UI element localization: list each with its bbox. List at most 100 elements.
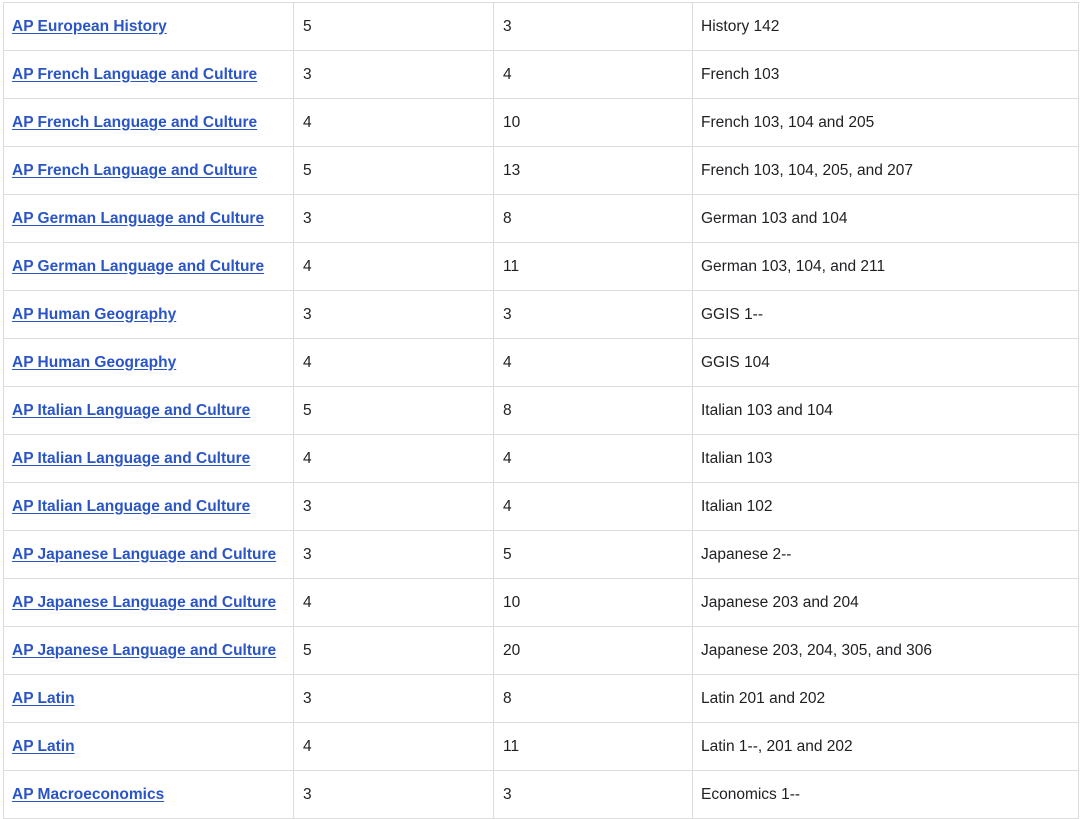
course-cell: AP Italian Language and Culture [3,386,294,435]
score-cell: 4 [293,338,494,387]
credits-cell: 8 [493,194,693,243]
table-row: AP Human Geography 4 4 GGIS 104 [3,338,1079,387]
equivalent-course-cell: Japanese 203, 204, 305, and 306 [692,626,1079,675]
table-row: AP German Language and Culture 3 8 German 1… [3,194,1079,243]
equivalent-course-cell: Japanese 2-- [692,530,1079,579]
course-cell: AP Human Geography [3,290,294,339]
course-cell: AP Human Geography [3,338,294,387]
table-row: AP Japanese Language and Culture 4 10 Japan… [3,578,1079,627]
credits-cell: 3 [493,290,693,339]
credits-cell: 13 [493,146,693,195]
course-cell: AP Japanese Language and Culture [3,626,294,675]
credits-cell: 4 [493,50,693,99]
table-row: AP Italian Language and Culture 5 8 Italian… [3,386,1079,435]
table-row: AP Italian Language and Culture 3 4 Italian… [3,482,1079,531]
equivalent-course-cell: History 142 [692,2,1079,51]
course-link[interactable]: AP Japanese Language and Culture [12,642,276,659]
score-cell: 4 [293,98,494,147]
score-cell: 4 [293,578,494,627]
equivalent-course-cell: Economics 1-- [692,770,1079,819]
equivalent-course-cell: French 103, 104, 205, and 207 [692,146,1079,195]
credits-cell: 10 [493,578,693,627]
course-cell: AP French Language and Culture [3,146,294,195]
table-row: AP Human Geography 3 3 GGIS 1-- [3,290,1079,339]
score-cell: 4 [293,434,494,483]
table-row: AP French Language and Culture 3 4 French 1… [3,50,1079,99]
equivalent-course-cell: Japanese 203 and 204 [692,578,1079,627]
ap-credit-table: AP European History 5 3 History 142 AP Frenc… [3,2,1079,819]
equivalent-course-cell: GGIS 104 [692,338,1079,387]
table-row: AP Japanese Language and Culture 3 5 Japane… [3,530,1079,579]
score-cell: 3 [293,290,494,339]
credits-cell: 11 [493,722,693,771]
equivalent-course-cell: Latin 201 and 202 [692,674,1079,723]
score-cell: 5 [293,146,494,195]
score-cell: 3 [293,194,494,243]
score-cell: 4 [293,242,494,291]
course-cell: AP French Language and Culture [3,98,294,147]
course-link[interactable]: AP Macroeconomics [12,786,164,803]
equivalent-course-cell: Italian 102 [692,482,1079,531]
credit-table-container: AP European History 5 3 History 142 AP Frenc… [0,0,1080,819]
equivalent-course-cell: French 103, 104 and 205 [692,98,1079,147]
credits-cell: 4 [493,482,693,531]
credits-cell: 10 [493,98,693,147]
course-link[interactable]: AP European History [12,18,167,35]
course-cell: AP Japanese Language and Culture [3,530,294,579]
table-row: AP Italian Language and Culture 4 4 Italian… [3,434,1079,483]
score-cell: 3 [293,482,494,531]
course-link[interactable]: AP Japanese Language and Culture [12,594,276,611]
course-cell: AP Macroeconomics [3,770,294,819]
course-link[interactable]: AP Human Geography [12,306,176,323]
credits-cell: 5 [493,530,693,579]
table-row: AP Macroeconomics 3 3 Economics 1-- [3,770,1079,819]
course-link[interactable]: AP Italian Language and Culture [12,498,250,515]
credits-cell: 4 [493,434,693,483]
score-cell: 4 [293,722,494,771]
score-cell: 5 [293,2,494,51]
score-cell: 3 [293,50,494,99]
equivalent-course-cell: Latin 1--, 201 and 202 [692,722,1079,771]
course-link[interactable]: AP Italian Language and Culture [12,450,250,467]
course-cell: AP Italian Language and Culture [3,482,294,531]
score-cell: 3 [293,674,494,723]
course-link[interactable]: AP French Language and Culture [12,162,257,179]
table-row: AP Japanese Language and Culture 5 20 Japan… [3,626,1079,675]
course-cell: AP Latin [3,674,294,723]
course-cell: AP Italian Language and Culture [3,434,294,483]
score-cell: 3 [293,770,494,819]
equivalent-course-cell: French 103 [692,50,1079,99]
equivalent-course-cell: Italian 103 [692,434,1079,483]
credits-cell: 11 [493,242,693,291]
credits-cell: 3 [493,2,693,51]
score-cell: 3 [293,530,494,579]
equivalent-course-cell: German 103 and 104 [692,194,1079,243]
table-row: AP Latin 4 11 Latin 1--, 201 and 202 [3,722,1079,771]
course-link[interactable]: AP French Language and Culture [12,114,257,131]
course-cell: AP Japanese Language and Culture [3,578,294,627]
course-link[interactable]: AP French Language and Culture [12,66,257,83]
equivalent-course-cell: GGIS 1-- [692,290,1079,339]
score-cell: 5 [293,626,494,675]
course-link[interactable]: AP German Language and Culture [12,258,264,275]
table-row: AP Latin 3 8 Latin 201 and 202 [3,674,1079,723]
course-link[interactable]: AP Latin [12,738,75,755]
credits-cell: 20 [493,626,693,675]
table-row: AP European History 5 3 History 142 [3,2,1079,51]
equivalent-course-cell: Italian 103 and 104 [692,386,1079,435]
course-link[interactable]: AP Italian Language and Culture [12,402,250,419]
course-link[interactable]: AP German Language and Culture [12,210,264,227]
table-body: AP European History 5 3 History 142 AP Frenc… [3,2,1079,819]
table-row: AP French Language and Culture 5 13 French … [3,146,1079,195]
credits-cell: 4 [493,338,693,387]
course-link[interactable]: AP Latin [12,690,75,707]
equivalent-course-cell: German 103, 104, and 211 [692,242,1079,291]
course-cell: AP French Language and Culture [3,50,294,99]
course-cell: AP German Language and Culture [3,194,294,243]
table-row: AP French Language and Culture 4 10 French … [3,98,1079,147]
course-cell: AP German Language and Culture [3,242,294,291]
course-link[interactable]: AP Human Geography [12,354,176,371]
credits-cell: 8 [493,386,693,435]
course-link[interactable]: AP Japanese Language and Culture [12,546,276,563]
table-row: AP German Language and Culture 4 11 German … [3,242,1079,291]
